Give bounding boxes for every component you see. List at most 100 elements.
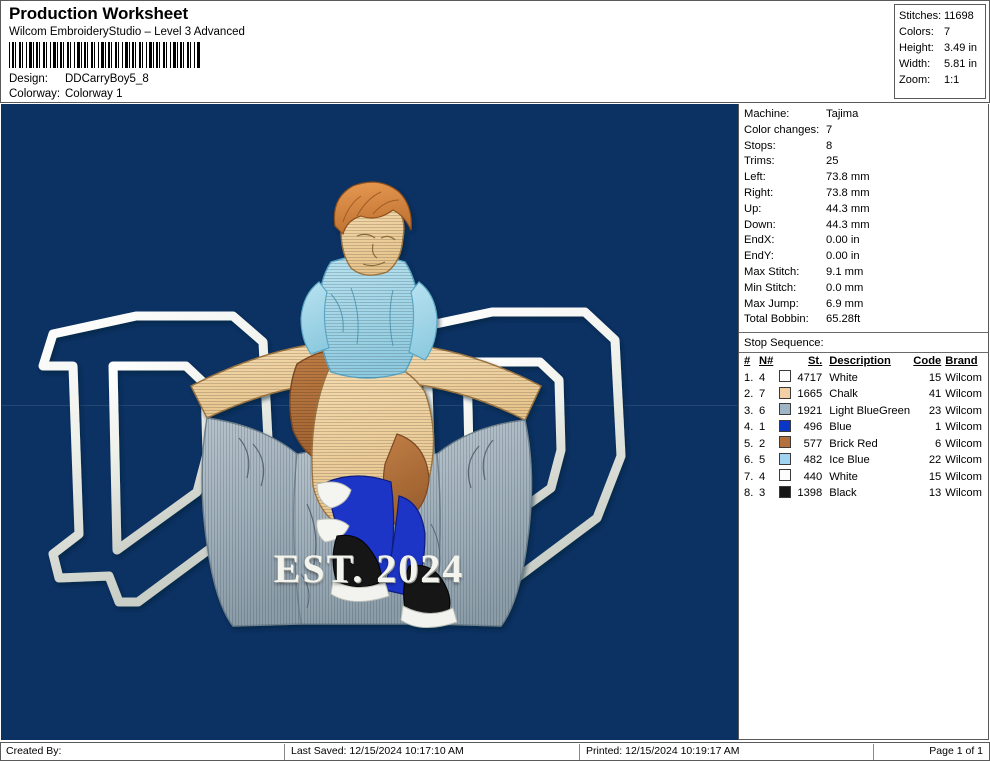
color-swatch-icon — [779, 452, 792, 465]
machine-label-right: Right: — [744, 186, 774, 199]
stop-sequence-divider — [739, 352, 988, 354]
table-row[interactable]: 5. 2 577 Brick Red 6 Wilcom — [739, 436, 988, 453]
machine-label-trims: Trims: — [744, 155, 775, 168]
table-row[interactable]: 6. 5 482 Ice Blue 22 Wilcom — [739, 452, 988, 470]
row-needle: 4 — [758, 470, 766, 483]
machine-row-stops: Stops: 8 — [744, 139, 988, 155]
header-panel: Production Worksheet Wilcom EmbroiderySt… — [0, 0, 990, 103]
row-stitches: 496 — [803, 421, 823, 434]
machine-value-max-jump: 6.9 mm — [826, 297, 864, 310]
color-swatch-icon — [779, 386, 792, 399]
row-brand: Wilcom — [945, 454, 982, 467]
table-row[interactable]: 2. 7 1665 Chalk 41 Wilcom — [739, 386, 988, 404]
page-title: Production Worksheet — [9, 4, 189, 23]
embroidery-artwork — [38, 181, 626, 628]
machine-label-endx: EndX: — [744, 234, 775, 247]
footer-last-saved: Last Saved: 12/15/2024 10:17:10 AM — [291, 745, 464, 757]
row-brand: Wilcom — [945, 437, 982, 450]
color-swatch-icon — [779, 469, 792, 482]
row-stitches: 577 — [803, 437, 823, 450]
col-header-needle: N# — [758, 355, 774, 368]
machine-row-trims: Trims: 25 — [744, 154, 988, 170]
machine-value-left: 73.8 mm — [826, 171, 870, 184]
machine-value-min-stitch: 0.0 mm — [826, 281, 864, 294]
summary-label-width: Width: — [899, 58, 931, 70]
color-swatch-icon — [779, 403, 792, 416]
row-brand: Wilcom — [945, 470, 982, 483]
color-swatch-icon — [779, 370, 792, 383]
row-index: 3. — [744, 404, 754, 417]
machine-row-max-jump: Max Jump: 6.9 mm — [744, 297, 988, 313]
machine-value-up: 44.3 mm — [826, 202, 870, 215]
machine-row-endx: EndX: 0.00 in — [744, 233, 988, 249]
app-name-subtitle: Wilcom EmbroideryStudio – Level 3 Advanc… — [9, 26, 245, 38]
machine-label-machine: Machine: — [744, 108, 790, 120]
machine-value-machine: Tajima — [826, 108, 859, 120]
summary-value-height: 3.49 in — [944, 42, 978, 54]
design-label: Design: — [9, 73, 48, 85]
est-text: EST. 2024 — [273, 546, 465, 591]
table-row[interactable]: 3. 6 1921 Light BlueGreen 23 Wilcom — [739, 403, 988, 420]
color-swatch-icon — [779, 436, 792, 449]
row-description: Blue — [829, 421, 852, 434]
row-index: 7. — [744, 470, 754, 483]
summary-label-colors: Colors: — [899, 26, 934, 38]
footer-divider-2 — [579, 744, 580, 760]
machine-label-stops: Stops: — [744, 139, 776, 152]
table-row[interactable]: 1. 4 4717 White 15 Wilcom — [739, 370, 988, 387]
design-preview-canvas[interactable]: EST. 2024 — [1, 104, 738, 740]
row-needle: 6 — [758, 404, 766, 417]
summary-label-stitches: Stitches: — [899, 10, 942, 22]
row-stitches: 4717 — [797, 371, 823, 384]
production-worksheet-page: Production Worksheet Wilcom EmbroiderySt… — [0, 0, 990, 762]
table-row[interactable]: 4. 1 496 Blue 1 Wilcom — [739, 419, 988, 437]
row-needle: 7 — [758, 388, 766, 401]
row-index: 6. — [744, 454, 754, 467]
row-description: Chalk — [829, 388, 858, 401]
row-index: 2. — [744, 388, 754, 401]
row-code: 6 — [935, 437, 942, 450]
colorway-row: Colorway: Colorway 1 — [9, 87, 709, 102]
stop-sequence-title: Stop Sequence: — [744, 337, 824, 350]
table-row[interactable]: 7. 4 440 White 15 Wilcom — [739, 469, 988, 486]
col-header-description: Description — [829, 355, 891, 368]
row-stitches: 440 — [803, 470, 823, 483]
color-swatch-icon — [779, 485, 792, 498]
machine-value-total-bobbin: 65.28ft — [826, 313, 861, 326]
machine-row-color-changes: Color changes: 7 — [744, 123, 988, 139]
summary-row-height: Height: 3.49 in — [899, 40, 985, 56]
machine-value-color-changes: 7 — [826, 123, 833, 136]
row-code: 41 — [928, 388, 942, 401]
header-left-block: Production Worksheet Wilcom EmbroiderySt… — [9, 4, 709, 102]
summary-value-zoom: 1:1 — [944, 74, 960, 86]
row-brand: Wilcom — [945, 388, 982, 401]
machine-value-endx: 0.00 in — [826, 234, 860, 247]
machine-label-left: Left: — [744, 171, 766, 184]
table-row[interactable]: 8. 3 1398 Black 13 Wilcom — [739, 485, 988, 503]
summary-row-colors: Colors: 7 — [899, 24, 985, 40]
machine-row-endy: EndY: 0.00 in — [744, 249, 988, 265]
row-description: Light BlueGreen — [829, 404, 911, 417]
footer-page-number: Page 1 of 1 — [929, 745, 983, 757]
design-value: DDCarryBoy5_8 — [65, 73, 149, 85]
summary-label-zoom: Zoom: — [899, 74, 931, 86]
footer-divider-1 — [284, 744, 285, 760]
machine-row-up: Up: 44.3 mm — [744, 202, 988, 218]
col-header-code: Code — [913, 355, 942, 368]
machine-label-min-stitch: Min Stitch: — [744, 281, 797, 294]
stop-sequence-table: # N# St. Description Code Brand 1. 4 471… — [739, 354, 988, 502]
row-index: 1. — [744, 371, 754, 384]
machine-label-endy: EndY: — [744, 250, 774, 263]
row-code: 13 — [928, 487, 942, 500]
colorway-label: Colorway: — [9, 88, 61, 100]
colorway-value: Colorway 1 — [65, 88, 123, 100]
row-code: 22 — [928, 454, 942, 467]
machine-row-max-stitch: Max Stitch: 9.1 mm — [744, 265, 988, 281]
machine-row-left: Left: 73.8 mm — [744, 170, 988, 186]
col-header-swatch — [778, 354, 792, 370]
design-row: Design: DDCarryBoy5_8 — [9, 72, 709, 87]
row-needle: 2 — [758, 437, 766, 450]
machine-row-machine: Machine: Tajima — [744, 107, 988, 123]
machine-info-panel: Machine: Tajima Color changes: 7 Stops: 8 T… — [738, 104, 989, 740]
machine-row-down: Down: 44.3 mm — [744, 218, 988, 234]
